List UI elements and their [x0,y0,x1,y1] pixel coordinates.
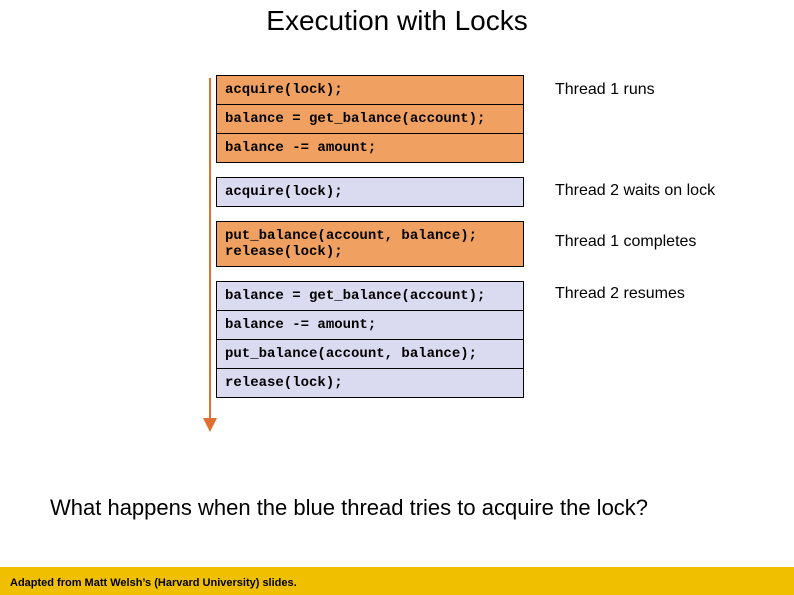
thread-label: Thread 1 runs [545,75,765,104]
thread-label [545,337,765,366]
footer-bar: Adapted from Matt Welsh’s (Harvard Unive… [0,567,794,595]
code-line: balance -= amount; [216,133,524,163]
spacer [216,207,524,221]
code-line: balance = get_balance(account); [216,104,524,133]
thread-label: Thread 1 completes [545,219,765,265]
code-line: put_balance(account, balance); [216,339,524,368]
slide-question: What happens when the blue thread tries … [50,495,648,521]
thread-label: Thread 2 resumes [545,279,765,308]
arrow-down-icon [203,418,217,432]
thread-label: Thread 2 waits on lock [545,176,765,205]
code-line: put_balance(account, balance); release(l… [216,221,524,267]
spacer [545,162,765,176]
thread-label [545,104,765,133]
slide-title: Execution with Locks [0,5,794,37]
code-line: release(lock); [216,368,524,398]
footer-credit: Adapted from Matt Welsh’s (Harvard Unive… [10,577,297,589]
code-boxes: acquire(lock);balance = get_balance(acco… [216,75,524,398]
thread-labels: Thread 1 runs Thread 2 waits on lock Threa… [545,75,765,395]
arrow-line [209,78,211,423]
thread-label [545,366,765,395]
spacer [545,265,765,279]
code-line: acquire(lock); [216,177,524,207]
spacer [216,267,524,281]
spacer [545,205,765,219]
timeline-arrow [203,78,217,433]
thread-label [545,308,765,337]
code-line: acquire(lock); [216,75,524,104]
thread-label [545,133,765,162]
code-line: balance = get_balance(account); [216,281,524,310]
code-line: balance -= amount; [216,310,524,339]
spacer [216,163,524,177]
